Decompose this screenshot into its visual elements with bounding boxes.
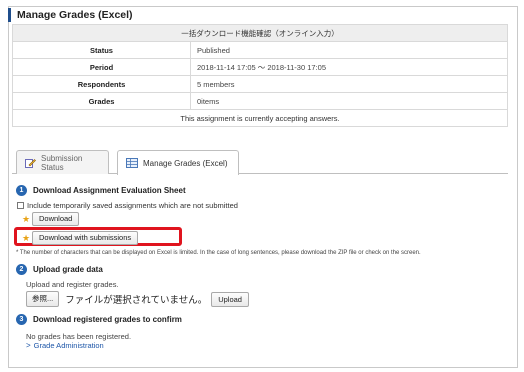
no-grades-message: No grades has been registered. — [26, 332, 132, 341]
file-status-text: ファイルが選択されていません。 — [65, 295, 208, 306]
download-button[interactable]: Download — [32, 212, 80, 226]
respondents-label: Respondents — [12, 75, 191, 93]
download-with-submissions-row: ★ Download with submissions — [20, 231, 139, 245]
upload-description: Upload and register grades. — [26, 280, 119, 289]
table-row: Period 2018-11-14 17:05 ～ 2018-11-30 17:… — [12, 58, 508, 76]
include-temp-saved-checkbox-row[interactable]: Include temporarily saved assignments wh… — [17, 201, 238, 210]
manage-grades-panel: 1 Download Assignment Evaluation Sheet I… — [12, 174, 508, 364]
period-value: 2018-11-14 17:05 ～ 2018-11-30 17:05 — [190, 58, 508, 76]
assignment-caption: 一括ダウンロード機能確認（オンライン入力） — [12, 24, 508, 42]
pencil-icon — [25, 158, 36, 168]
step1-heading: 1 Download Assignment Evaluation Sheet — [16, 185, 186, 196]
download-with-submissions-button[interactable]: Download with submissions — [32, 231, 139, 245]
table-row: Grades 0items — [12, 92, 508, 110]
table-row: Respondents 5 members — [12, 75, 508, 93]
download-arrow-icon: ★ — [21, 232, 31, 243]
excel-limit-note: * The number of characters that can be d… — [16, 250, 421, 256]
period-label: Period — [12, 58, 191, 76]
step3-heading: 3 Download registered grades to confirm — [16, 314, 182, 325]
grades-value: 0items — [190, 92, 508, 110]
respondents-value: 5 members — [190, 75, 508, 93]
table-row: Status Published — [12, 41, 508, 59]
tab-manage-grades-excel[interactable]: Manage Grades (Excel) — [117, 150, 239, 175]
download-row: ★ Download — [20, 212, 80, 226]
step2-title: Upload grade data — [33, 265, 103, 274]
chevron-right-icon: > — [26, 341, 31, 350]
status-label: Status — [12, 41, 191, 59]
step3-title: Download registered grades to confirm — [33, 315, 182, 324]
status-value: Published — [190, 41, 508, 59]
file-picker-row: 参照... ファイルが選択されていません。 Upload — [26, 291, 249, 307]
link-label: Grade Administration — [33, 341, 104, 350]
tab-label: Manage Grades (Excel) — [143, 158, 228, 168]
include-temp-saved-checkbox[interactable] — [17, 202, 24, 209]
tab-label: Submission Status — [41, 153, 83, 172]
accepting-answers-notice: This assignment is currently accepting a… — [12, 109, 508, 127]
grades-label: Grades — [12, 92, 191, 110]
step-number-badge: 1 — [16, 185, 27, 196]
download-arrow-icon: ★ — [21, 213, 31, 224]
assignment-info-table: 一括ダウンロード機能確認（オンライン入力） Status Published P… — [12, 24, 508, 127]
tab-bar: Submission Status Manage Grades (Excel) — [12, 148, 508, 175]
step-number-badge: 2 — [16, 264, 27, 275]
page-title: Manage Grades (Excel) — [8, 8, 133, 22]
browse-button[interactable]: 参照... — [26, 291, 60, 307]
tab-submission-status[interactable]: Submission Status — [16, 150, 109, 174]
step2-heading: 2 Upload grade data — [16, 264, 103, 275]
spreadsheet-icon — [126, 158, 138, 168]
step-number-badge: 3 — [16, 314, 27, 325]
upload-button[interactable]: Upload — [211, 291, 249, 307]
checkbox-label: Include temporarily saved assignments wh… — [27, 201, 238, 210]
step1-title: Download Assignment Evaluation Sheet — [33, 186, 186, 195]
grade-administration-link[interactable]: > Grade Administration — [26, 341, 104, 350]
